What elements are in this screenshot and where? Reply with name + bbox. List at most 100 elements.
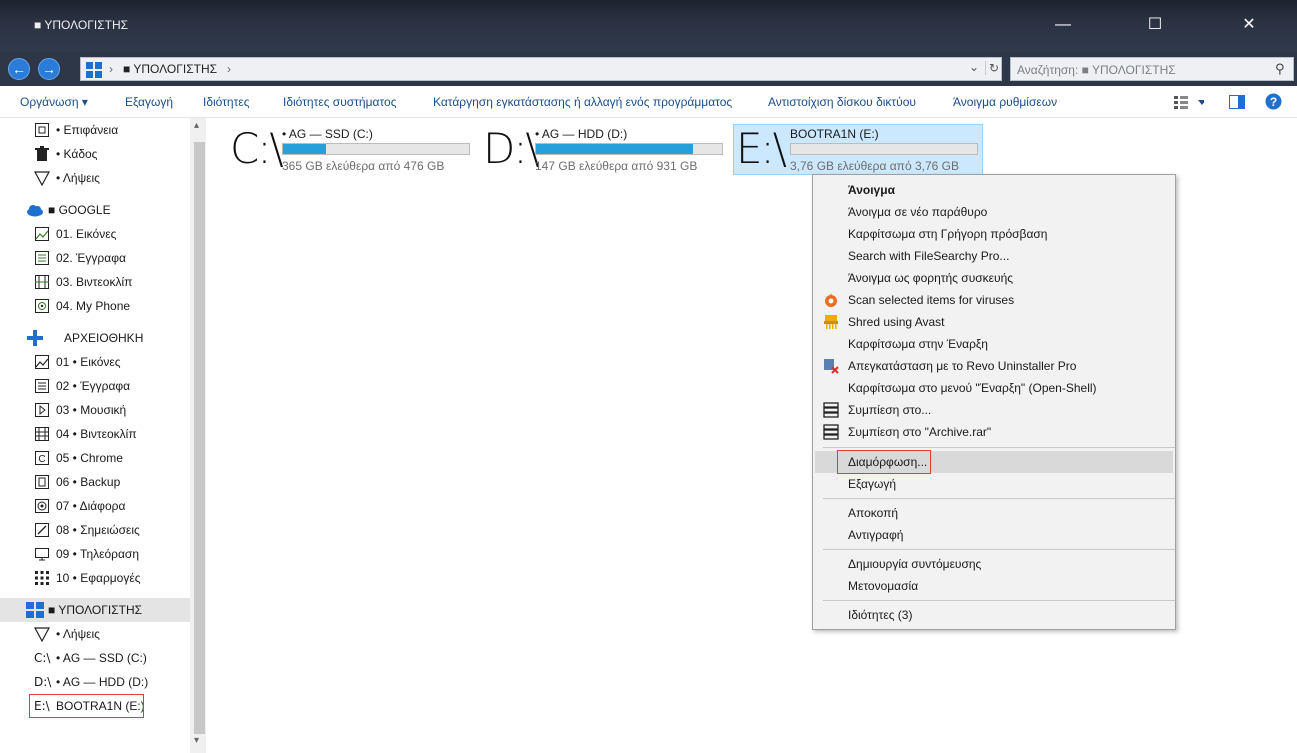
properties-command[interactable]: Ιδιότητες <box>203 95 249 109</box>
drive-tile-e[interactable]: E:\ BOOTRA1N (E:) 3,76 GB ελεύθερα από 3… <box>733 124 983 175</box>
search-placeholder: Αναζήτηση: ■ ΥΠΟΛΟΓΙΣΤΗΣ <box>1017 63 1176 77</box>
nav-item-archive[interactable]: ΑΡΧΕΙΟΘΗΚΗ <box>0 326 190 350</box>
menu-item-label: Καρφίτσωμα στο μενού "Έναρξη" (Open-Shel… <box>848 381 1097 395</box>
nav-item-label: ■ ΥΠΟΛΟΓΙΣΤΗΣ <box>48 603 143 617</box>
menu-item-compress-archive-rar[interactable]: Συμπίεση στο "Archive.rar" <box>815 421 1173 443</box>
nav-item-google-images[interactable]: 01. Εικόνες <box>0 222 190 246</box>
menu-item-label: Μετονομασία <box>848 579 919 593</box>
menu-item-label: Άνοιγμα σε νέο παράθυρο <box>848 205 988 219</box>
history-dropdown-icon[interactable]: ⌄ <box>969 60 979 74</box>
nav-item-archive-documents[interactable]: 02 • Έγγραφα <box>0 374 190 398</box>
nav-item-archive-videos[interactable]: 04 • Βιντεοκλίπ <box>0 422 190 446</box>
menu-item-label: Ιδιότητες (3) <box>848 608 913 622</box>
nav-item-archive-images[interactable]: 01 • Εικόνες <box>0 350 190 374</box>
menu-item-revo-uninstall[interactable]: Απεγκατάσταση με το Revo Uninstaller Pro <box>815 355 1173 377</box>
menu-item-avast-scan[interactable]: Scan selected items for viruses <box>815 289 1173 311</box>
nav-item-label: 08 • Σημειώσεις <box>56 523 140 537</box>
nav-item-label: 03. Βιντεοκλίπ <box>56 275 133 289</box>
nav-item-label: • Λήψεις <box>56 171 100 185</box>
nav-item-google-phone[interactable]: 04. My Phone <box>0 294 190 318</box>
menu-item-open[interactable]: Άνοιγμα <box>815 179 1173 201</box>
search-input[interactable]: Αναζήτηση: ■ ΥΠΟΛΟΓΙΣΤΗΣ ⚲ <box>1010 57 1294 81</box>
menu-item-label: Αποκοπή <box>848 506 899 520</box>
drive-tile-d[interactable]: D:\ • AG — HDD (D:) 147 GB ελεύθερα από … <box>475 124 725 174</box>
nav-item-pc-downloads[interactable]: • Λήψεις <box>0 622 190 646</box>
menu-item-pin-quick-access[interactable]: Καρφίτσωμα στη Γρήγορη πρόσβαση <box>815 223 1173 245</box>
menu-item-eject[interactable]: Εξαγωγή <box>815 473 1173 495</box>
menu-item-label: Άνοιγμα <box>848 183 895 197</box>
chrome-icon: C <box>34 450 50 466</box>
system-properties-command[interactable]: Ιδιότητες συστήματος <box>283 95 396 109</box>
misc-icon <box>34 498 50 514</box>
drive-tile-c[interactable]: C:\ • AG — SSD (C:) 365 GB ελεύθερα από … <box>222 124 472 174</box>
nav-item-drive-c[interactable]: C:\ • AG — SSD (C:) <box>0 646 190 670</box>
nav-item-label: ΑΡΧΕΙΟΘΗΚΗ <box>64 331 144 345</box>
nav-item-recycle-bin[interactable]: • Κάδος <box>0 142 190 166</box>
menu-item-filesearchy[interactable]: Search with FileSearchy Pro... <box>815 245 1173 267</box>
svg-text:?: ? <box>1270 95 1277 109</box>
menu-item-cut[interactable]: Αποκοπή <box>815 502 1173 524</box>
menu-item-rename[interactable]: Μετονομασία <box>815 575 1173 597</box>
map-network-drive-command[interactable]: Αντιστοίχιση δίσκου δικτύου <box>768 95 916 109</box>
breadcrumb-location[interactable]: ■ ΥΠΟΛΟΓΙΣΤΗΣ <box>123 62 217 76</box>
search-icon[interactable]: ⚲ <box>1275 61 1285 77</box>
uninstall-program-command[interactable]: Κατάργηση εγκατάστασης ή αλλαγή ενός προ… <box>433 95 732 109</box>
plus-icon <box>26 330 43 346</box>
nav-item-drive-d[interactable]: D:\ • AG — HDD (D:) <box>0 670 190 694</box>
menu-item-open-new-window[interactable]: Άνοιγμα σε νέο παράθυρο <box>815 201 1173 223</box>
nav-item-label: ■ GOOGLE <box>48 203 111 217</box>
menu-item-label: Καρφίτσωμα στη Γρήγορη πρόσβαση <box>848 227 1048 241</box>
nav-item-archive-notes[interactable]: 08 • Σημειώσεις <box>0 518 190 542</box>
nav-scroll-thumb[interactable] <box>194 142 205 734</box>
address-bar[interactable]: › ■ ΥΠΟΛΟΓΙΣΤΗΣ › ⌄ ↻ <box>80 57 1002 81</box>
nav-item-google-videos[interactable]: 03. Βιντεοκλίπ <box>0 270 190 294</box>
menu-item-pin-start[interactable]: Καρφίτσωμα στην Έναρξη <box>815 333 1173 355</box>
eject-command[interactable]: Εξαγωγή <box>125 95 173 109</box>
drive-e-free-space: 3,76 GB ελεύθερα από 3,76 GB <box>790 159 959 173</box>
nav-item-label: 03 • Μουσική <box>56 403 127 417</box>
desktop-icon <box>34 122 50 138</box>
menu-item-label: Scan selected items for viruses <box>848 293 1015 307</box>
nav-item-archive-music[interactable]: 03 • Μουσική <box>0 398 190 422</box>
menu-item-open-portable[interactable]: Άνοιγμα ως φορητής συσκευής <box>815 267 1173 289</box>
menu-item-properties[interactable]: Ιδιότητες (3) <box>815 604 1173 626</box>
nav-item-archive-backup[interactable]: 06 • Backup <box>0 470 190 494</box>
video-icon <box>34 274 50 290</box>
menu-item-copy[interactable]: Αντιγραφή <box>815 524 1173 546</box>
forward-button[interactable]: → <box>38 58 60 80</box>
menu-item-label: Αντιγραφή <box>848 528 904 542</box>
nav-item-downloads[interactable]: • Λήψεις <box>0 166 190 190</box>
drive-d-icon: D:\ <box>483 124 540 173</box>
close-button[interactable]: ✕ <box>1226 8 1272 42</box>
view-options-icon[interactable] <box>1174 95 1206 112</box>
maximize-button[interactable]: ☐ <box>1132 8 1178 42</box>
window-title: ■ ΥΠΟΛΟΓΙΣΤΗΣ <box>34 18 129 32</box>
menu-item-create-shortcut[interactable]: Δημιουργία συντόμευσης <box>815 553 1173 575</box>
back-button[interactable]: ← <box>8 58 30 80</box>
refresh-icon[interactable]: ↻ <box>985 61 999 75</box>
scroll-down-icon[interactable]: ▾ <box>194 735 199 746</box>
menu-item-avast-shred[interactable]: Shred using Avast <box>815 311 1173 333</box>
organize-menu[interactable]: Οργάνωση ▾ <box>20 95 88 109</box>
preview-pane-icon[interactable] <box>1229 95 1245 112</box>
context-menu: Άνοιγμα Άνοιγμα σε νέο παράθυρο Καρφίτσω… <box>812 174 1176 630</box>
nav-item-google[interactable]: ■ GOOGLE <box>0 198 190 222</box>
breadcrumb-separator-end[interactable]: › <box>227 62 231 76</box>
nav-item-archive-apps[interactable]: 10 • Εφαρμογές <box>0 566 190 590</box>
open-settings-command[interactable]: Άνοιγμα ρυθμίσεων <box>953 95 1057 109</box>
nav-item-archive-chrome[interactable]: C 05 • Chrome <box>0 446 190 470</box>
minimize-button[interactable]: — <box>1040 8 1086 42</box>
nav-item-this-pc[interactable]: ■ ΥΠΟΛΟΓΙΣΤΗΣ <box>0 598 190 622</box>
menu-item-pin-open-shell[interactable]: Καρφίτσωμα στο μενού "Έναρξη" (Open-Shel… <box>815 377 1173 399</box>
shredder-icon <box>823 314 839 330</box>
nav-item-archive-tv[interactable]: 09 • Τηλεόραση <box>0 542 190 566</box>
nav-item-label: 04. My Phone <box>56 299 131 313</box>
nav-item-desktop[interactable]: • Επιφάνεια <box>0 118 190 142</box>
help-icon[interactable]: ? <box>1265 93 1282 113</box>
phone-icon <box>34 298 50 314</box>
nav-item-google-documents[interactable]: 02. Έγγραφα <box>0 246 190 270</box>
menu-item-compress-to[interactable]: Συμπίεση στο... <box>815 399 1173 421</box>
scroll-up-icon[interactable]: ▴ <box>194 120 199 131</box>
menu-item-label: Search with FileSearchy Pro... <box>848 249 1010 263</box>
nav-item-archive-misc[interactable]: 07 • Διάφορα <box>0 494 190 518</box>
